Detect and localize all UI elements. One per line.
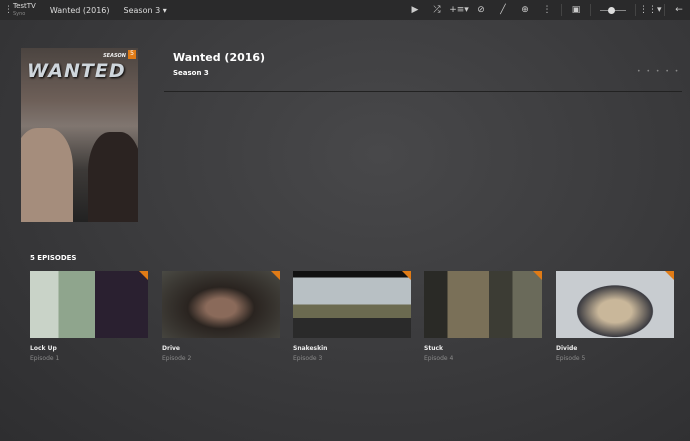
episode-card[interactable]: Snakeskin Episode 3 <box>293 271 411 362</box>
shuffle-icon[interactable]: ⤮ <box>426 5 448 15</box>
episode-number: Episode 1 <box>30 355 60 362</box>
star-rating[interactable]: • • • • • <box>637 68 680 75</box>
episode-thumbnail[interactable] <box>162 271 280 338</box>
back-icon[interactable]: ← <box>668 5 690 15</box>
season-subtitle: Season 3 <box>173 69 209 77</box>
page-title: Wanted (2016) <box>173 51 266 64</box>
size-slider[interactable] <box>600 6 626 14</box>
episode-number: Episode 5 <box>556 355 586 362</box>
episode-number: Episode 3 <box>293 355 323 362</box>
poster-view-icon[interactable]: ▣ <box>565 5 587 15</box>
poster-figure-left <box>21 128 73 222</box>
episode-card[interactable]: Divide Episode 5 <box>556 271 674 362</box>
server-sub: Syno <box>13 11 26 17</box>
divider <box>590 4 591 16</box>
divider <box>635 4 636 16</box>
season-poster[interactable]: WANTED SEASON 5 <box>21 48 138 222</box>
unwatched-badge <box>271 271 280 280</box>
episode-thumbnail[interactable] <box>556 271 674 338</box>
episode-number: Episode 4 <box>424 355 454 362</box>
poster-figure-right <box>88 132 138 222</box>
breadcrumb-season[interactable]: Season 3 ▾ <box>124 6 167 15</box>
breadcrumb-show[interactable]: Wanted (2016) <box>50 6 110 15</box>
episode-thumbnail[interactable] <box>30 271 148 338</box>
episodes-heading: 5 EPISODES <box>30 254 77 262</box>
unwatched-badge <box>533 271 542 280</box>
divider <box>561 4 562 16</box>
server-selector[interactable]: TestTV Syno <box>13 2 36 18</box>
slider-handle[interactable] <box>608 6 615 14</box>
episode-title[interactable]: Stuck <box>424 345 542 352</box>
episode-title[interactable]: Divide <box>556 345 674 352</box>
poster-logo: WANTED <box>27 60 126 82</box>
poster-season-label: SEASON <box>103 53 126 59</box>
episode-thumbnail[interactable] <box>424 271 542 338</box>
play-icon[interactable]: ▶ <box>404 5 426 15</box>
divider <box>664 4 665 16</box>
edit-icon[interactable]: ╱ <box>492 5 514 15</box>
episode-card[interactable]: Drive Episode 2 <box>162 271 280 362</box>
episode-number: Episode 2 <box>162 355 192 362</box>
unwatched-badge <box>665 271 674 280</box>
poster-season-badge: 5 <box>128 50 136 59</box>
mark-watched-icon[interactable]: ⊘ <box>470 5 492 15</box>
menu-icon[interactable]: ⋮ <box>4 5 13 14</box>
more-icon[interactable]: ⋮ <box>536 5 558 15</box>
download-icon[interactable]: ⊕ <box>514 5 536 15</box>
top-bar: ⋮ TestTV Syno Wanted (2016) Season 3 ▾ ▶… <box>0 0 690 20</box>
episode-title[interactable]: Drive <box>162 345 280 352</box>
add-to-queue-icon[interactable]: +≡▾ <box>448 5 470 15</box>
episode-title[interactable]: Snakeskin <box>293 345 411 352</box>
unwatched-badge <box>139 271 148 280</box>
unwatched-badge <box>402 271 411 280</box>
divider <box>164 91 682 92</box>
grid-view-icon[interactable]: ⋮⋮▾ <box>639 5 662 15</box>
episode-title[interactable]: Lock Up <box>30 345 148 352</box>
server-name: TestTV <box>13 2 36 10</box>
episode-card[interactable]: Lock Up Episode 1 <box>30 271 148 362</box>
episode-thumbnail[interactable] <box>293 271 411 338</box>
episode-card[interactable]: Stuck Episode 4 <box>424 271 542 362</box>
